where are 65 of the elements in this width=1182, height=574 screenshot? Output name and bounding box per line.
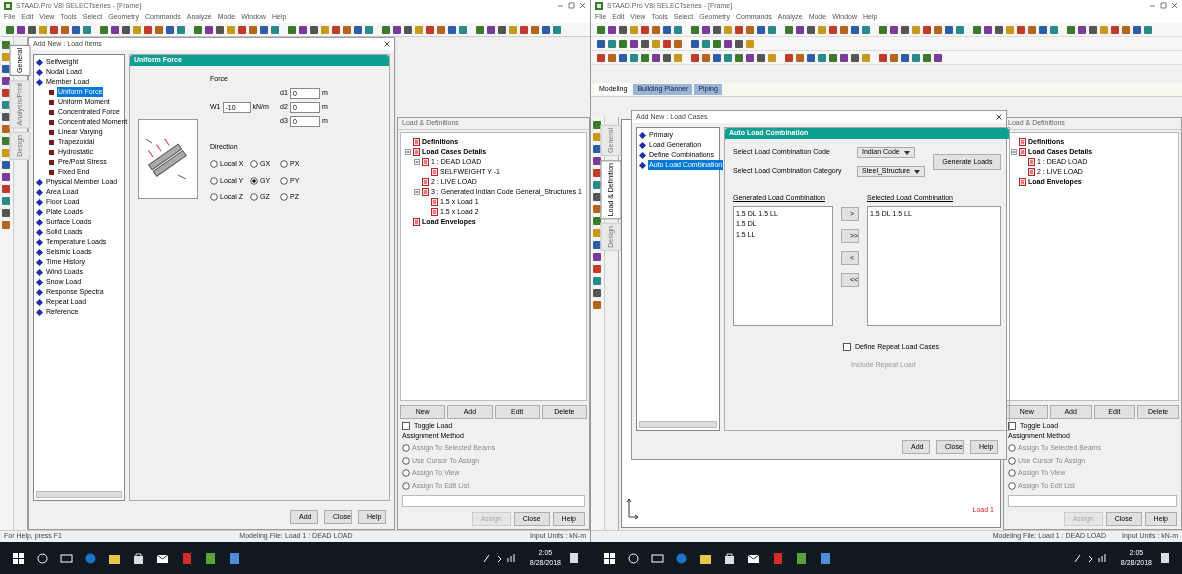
collapse-icon[interactable] (414, 189, 420, 195)
radio-unselected[interactable] (280, 176, 288, 185)
selection-field[interactable] (402, 495, 585, 507)
load-case-icon (1019, 148, 1026, 156)
radio-unselected[interactable] (402, 444, 410, 453)
window-controls-icon[interactable] (556, 2, 586, 10)
close-icon[interactable] (996, 114, 1002, 120)
load-case-icon (1028, 158, 1035, 166)
radio-unselected[interactable] (280, 193, 288, 202)
radio-unselected[interactable] (1008, 469, 1016, 478)
bag-icon[interactable] (723, 551, 736, 565)
load-case-icon (422, 178, 429, 186)
load-case-icon (422, 188, 429, 196)
radio-unselected[interactable] (402, 481, 410, 490)
document-icon[interactable] (819, 551, 832, 565)
app-icon[interactable] (795, 551, 808, 565)
radio-unselected[interactable] (1008, 444, 1016, 453)
document-icon[interactable] (228, 551, 241, 565)
radio-unselected[interactable] (210, 193, 218, 202)
load-case-icon (1019, 138, 1026, 146)
document-icon[interactable] (771, 551, 784, 565)
load-case-icon (431, 208, 438, 216)
collapse-icon[interactable] (1011, 149, 1017, 155)
radio-unselected[interactable] (210, 160, 218, 169)
scrollbar[interactable] (639, 421, 717, 428)
close-icon[interactable] (384, 41, 390, 47)
circle-icon[interactable] (627, 551, 640, 565)
radio-unselected[interactable] (1008, 456, 1016, 465)
caret-icon (914, 169, 921, 174)
axis-icon (626, 497, 640, 521)
bag-icon[interactable] (132, 551, 145, 565)
load-case-icon (422, 158, 429, 166)
selection-field[interactable] (1008, 495, 1177, 507)
app-icon (595, 2, 603, 10)
task-view-icon[interactable] (651, 551, 664, 565)
load-case-icon (431, 168, 438, 176)
window-controls-icon[interactable] (1148, 2, 1178, 10)
windows-start-icon[interactable] (12, 551, 25, 565)
load-case-icon (413, 148, 420, 156)
load-case-icon (1028, 168, 1035, 176)
collapse-icon[interactable] (414, 159, 420, 165)
checkbox-unchecked[interactable] (402, 422, 410, 430)
windows-start-icon[interactable] (603, 551, 616, 565)
radio-selected[interactable] (250, 176, 258, 185)
load-case-icon (413, 138, 420, 146)
radio-unselected[interactable] (1008, 481, 1016, 490)
document-icon[interactable] (180, 551, 193, 565)
load-case-icon (413, 218, 420, 226)
radio-unselected[interactable] (250, 193, 258, 202)
caret-icon (903, 150, 910, 155)
radio-unselected[interactable] (280, 160, 288, 169)
circle-icon[interactable] (36, 551, 49, 565)
checkbox-unchecked[interactable] (1008, 422, 1016, 430)
scrollbar[interactable] (36, 491, 122, 498)
load-case-icon (1019, 178, 1026, 186)
radio-unselected[interactable] (402, 456, 410, 465)
checkbox-unchecked[interactable] (843, 342, 851, 351)
app-icon[interactable] (204, 551, 217, 565)
radio-unselected[interactable] (402, 469, 410, 478)
app-icon (4, 2, 12, 10)
radio-unselected[interactable] (210, 176, 218, 185)
load-case-icon (431, 198, 438, 206)
radio-unselected[interactable] (250, 160, 258, 169)
task-view-icon[interactable] (60, 551, 73, 565)
collapse-icon[interactable] (405, 149, 411, 155)
